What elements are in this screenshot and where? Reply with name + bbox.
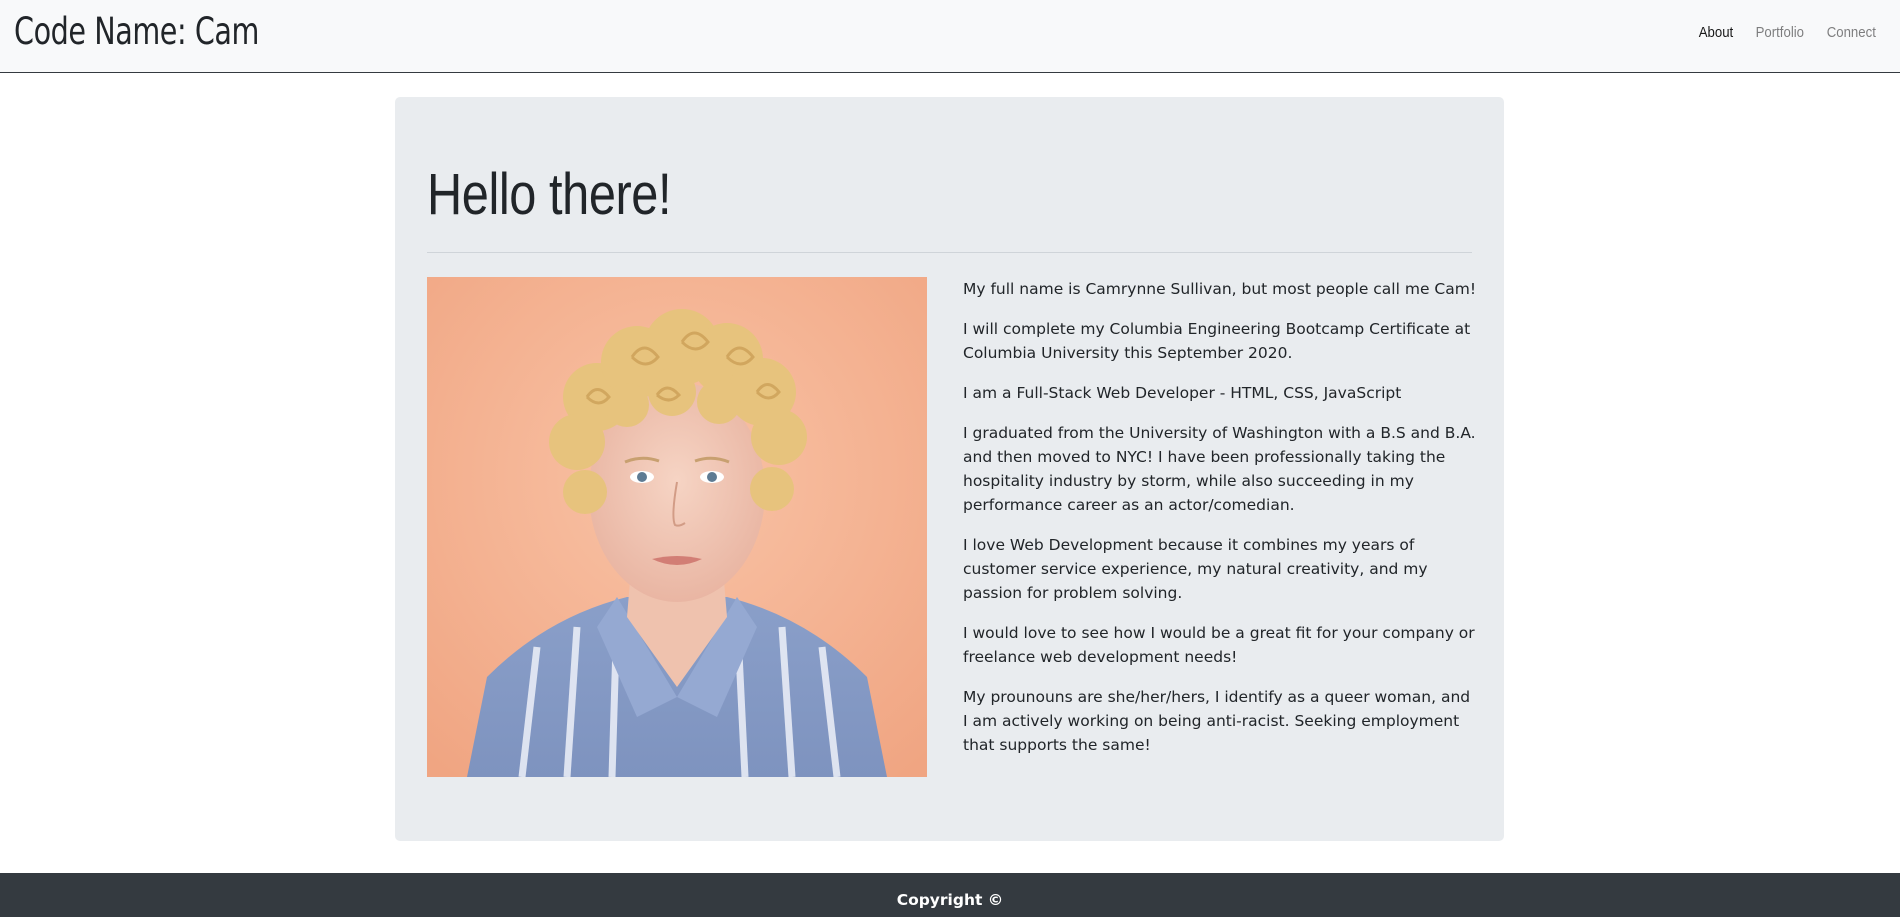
bio-paragraph: I would love to see how I would be a gre… — [963, 624, 1475, 666]
nav-link-portfolio[interactable]: Portfolio — [1756, 24, 1804, 41]
bio-paragraph: My full name is Camrynne Sullivan, but m… — [963, 280, 1477, 298]
nav-links: About Portfolio Connect — [1694, 24, 1876, 41]
navbar: Code Name: Cam About Portfolio Connect — [0, 0, 1900, 73]
divider — [427, 252, 1472, 253]
bio-paragraph: I am a Full-Stack Web Developer - HTML, … — [963, 384, 1402, 402]
bio-paragraph: I graduated from the University of Washi… — [963, 424, 1476, 514]
footer: Copyright © — [0, 873, 1900, 917]
page-title: Hello there! — [427, 162, 672, 227]
bio-paragraph: My prounouns are she/her/hers, I identif… — [963, 688, 1471, 754]
bio-paragraph: I love Web Development because it combin… — [963, 536, 1428, 602]
copyright-text: Copyright © — [896, 891, 1004, 909]
brand-title[interactable]: Code Name: Cam — [14, 8, 259, 56]
about-jumbotron: Hello there! My full name is Camrynne Su… — [395, 97, 1504, 841]
nav-link-connect[interactable]: Connect — [1827, 24, 1876, 41]
profile-photo — [427, 277, 927, 777]
bio-paragraph: I will complete my Columbia Engineering … — [963, 320, 1471, 362]
nav-link-about[interactable]: About — [1699, 24, 1733, 41]
bio-text: My full name is Camrynne Sullivan, but m… — [963, 277, 1478, 773]
